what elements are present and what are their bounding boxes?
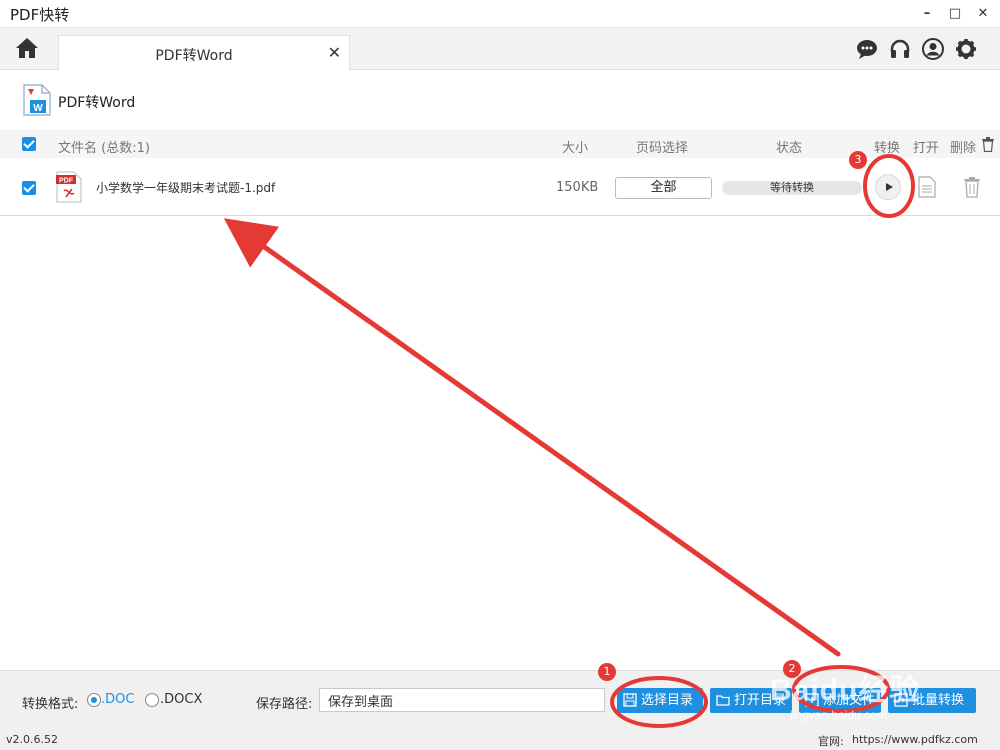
- title-bar: PDF快转 – □ ✕: [0, 0, 1000, 28]
- chat-button[interactable]: [856, 38, 878, 60]
- save-icon: [623, 693, 637, 707]
- pdf-file-icon: PDF: [56, 171, 82, 203]
- column-delete: 删除: [950, 141, 977, 156]
- page-select-button[interactable]: 全部: [615, 177, 712, 199]
- convert-play-button[interactable]: [875, 174, 901, 200]
- status-progress: 等待转换: [722, 181, 862, 195]
- save-path-input[interactable]: [319, 688, 605, 712]
- chat-icon: [857, 40, 877, 59]
- annotation-badge-1: 1: [598, 663, 616, 681]
- status-line: v2.0.6.52 官网: https://www.pdfkz.com: [0, 728, 1000, 750]
- table-row[interactable]: PDF 小学数学一年级期末考试题-1.pdf 150KB 全部 等待转换: [0, 160, 1000, 216]
- column-page-select: 页码选择: [636, 141, 689, 156]
- trash-icon: [964, 177, 980, 198]
- headphones-icon: [890, 39, 910, 58]
- website-link[interactable]: https://www.pdfkz.com: [852, 733, 978, 746]
- baidu-watermark-url: jingyan.baidu.com: [790, 708, 887, 722]
- section-title: PDF转Word: [58, 95, 136, 111]
- maximize-button[interactable]: □: [944, 3, 966, 25]
- column-status: 状态: [776, 141, 803, 156]
- delete-all-icon[interactable]: [981, 137, 995, 152]
- select-dir-button[interactable]: 选择目录: [617, 688, 703, 713]
- baidu-watermark: Baidu经验: [770, 674, 921, 707]
- home-button[interactable]: [14, 36, 42, 62]
- column-filename: 文件名 (总数:1): [58, 141, 150, 156]
- tab-pdf-to-word[interactable]: PDF转Word ✕: [58, 35, 350, 70]
- format-doc-label[interactable]: .DOC: [101, 692, 134, 707]
- document-icon: [918, 176, 936, 198]
- close-window-button[interactable]: ✕: [972, 3, 994, 25]
- tab-label: PDF转Word: [155, 48, 233, 64]
- format-doc-radio[interactable]: [87, 693, 101, 707]
- minimize-button[interactable]: –: [916, 3, 938, 25]
- website-label: 官网:: [818, 735, 844, 748]
- file-name: 小学数学一年级期末考试题-1.pdf: [96, 181, 276, 195]
- app-title: PDF快转: [10, 6, 70, 24]
- select-all-checkbox[interactable]: [22, 137, 36, 151]
- open-file-button[interactable]: [918, 176, 936, 198]
- format-docx-label[interactable]: .DOCX: [160, 692, 202, 707]
- format-label: 转换格式:: [22, 697, 79, 712]
- svg-text:PDF: PDF: [59, 178, 74, 185]
- column-size: 大小: [562, 141, 589, 156]
- tab-bar: PDF转Word ✕: [0, 28, 1000, 70]
- section-header: W PDF转Word: [0, 70, 1000, 130]
- file-size: 150KB: [556, 180, 599, 195]
- annotation-arrow: [223, 218, 841, 657]
- format-docx-radio[interactable]: [145, 693, 159, 707]
- home-icon: [16, 38, 38, 58]
- support-button[interactable]: [889, 38, 911, 60]
- tab-close-button[interactable]: ✕: [328, 43, 341, 62]
- version-text: v2.0.6.52: [6, 733, 58, 746]
- column-open: 打开: [913, 141, 940, 156]
- save-path-label: 保存路径:: [256, 697, 313, 712]
- user-icon: [922, 38, 944, 60]
- word-doc-icon: W: [22, 84, 52, 116]
- account-button[interactable]: [922, 38, 944, 60]
- settings-button[interactable]: [955, 38, 977, 60]
- delete-row-button[interactable]: [962, 176, 982, 198]
- select-dir-label: 选择目录: [641, 693, 694, 708]
- svg-text:W: W: [33, 103, 43, 114]
- annotation-badge-3: 3: [849, 151, 867, 169]
- row-checkbox[interactable]: [22, 181, 36, 195]
- gear-icon: [956, 39, 976, 59]
- folder-icon: [716, 695, 730, 706]
- column-convert: 转换: [874, 141, 901, 156]
